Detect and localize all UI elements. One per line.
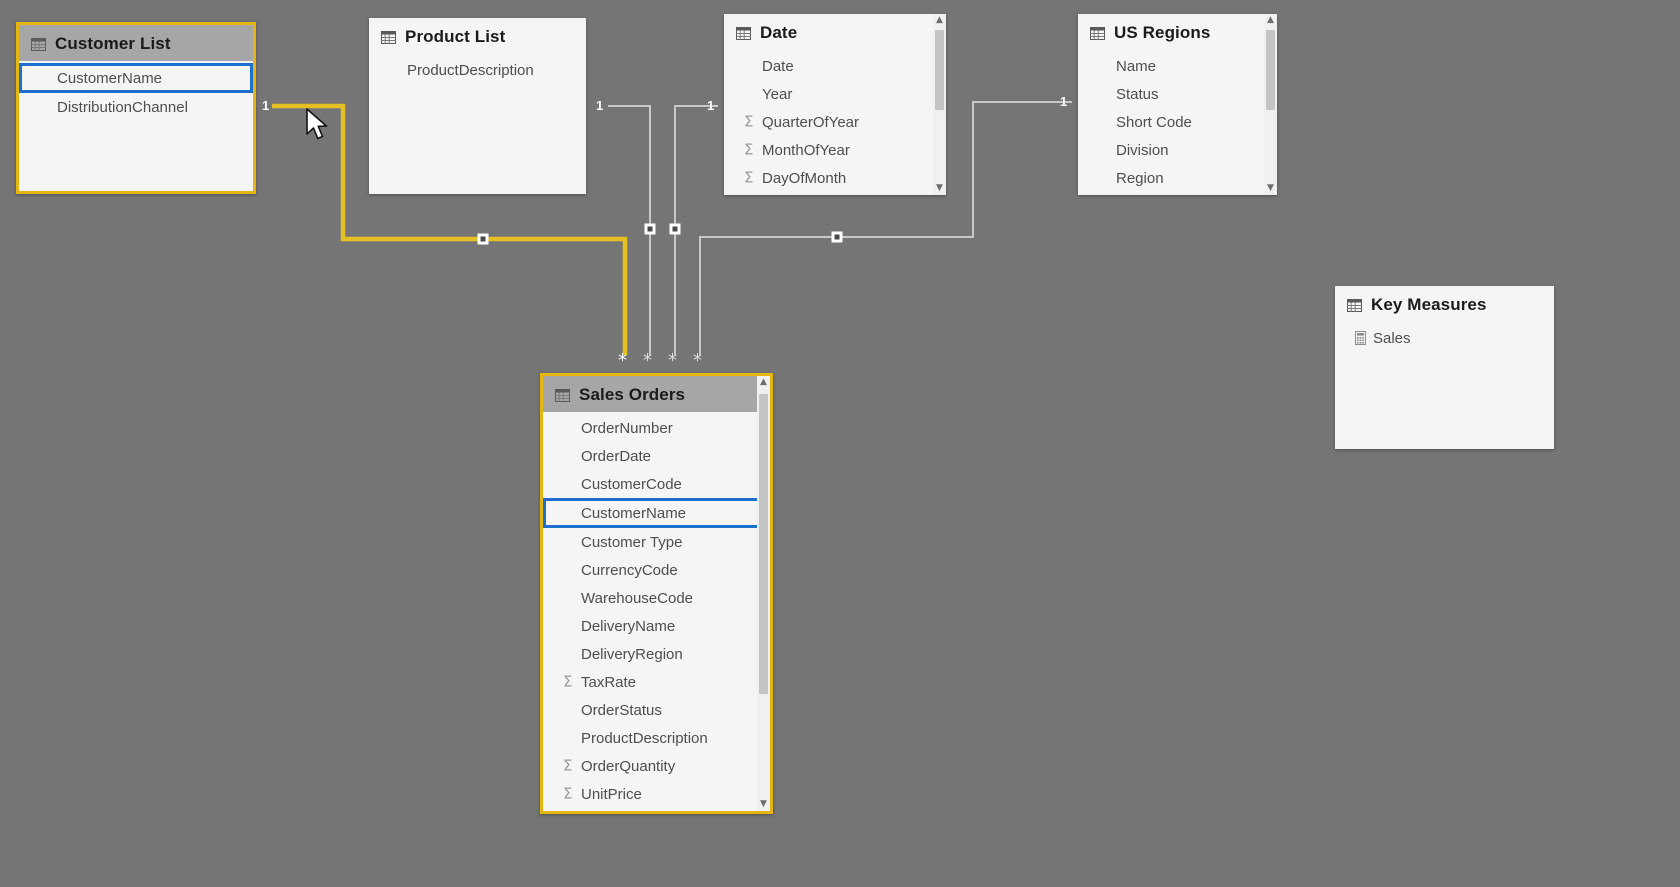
cardinality-one-label: 1 — [707, 98, 715, 113]
cardinality-one-label: 1 — [262, 98, 270, 113]
cardinality-marks-layer: 1 * 1 * 1 * 1 * — [0, 0, 1680, 887]
cardinality-many-label: * — [643, 350, 652, 371]
cardinality-many-label: * — [693, 350, 702, 371]
cardinality-many-label: * — [618, 350, 627, 371]
cardinality-one-label: 1 — [596, 98, 604, 113]
cardinality-many-label: * — [668, 350, 677, 371]
model-view-canvas[interactable]: Customer List CustomerName DistributionCha… — [0, 0, 1680, 887]
cardinality-one-label: 1 — [1060, 94, 1068, 109]
